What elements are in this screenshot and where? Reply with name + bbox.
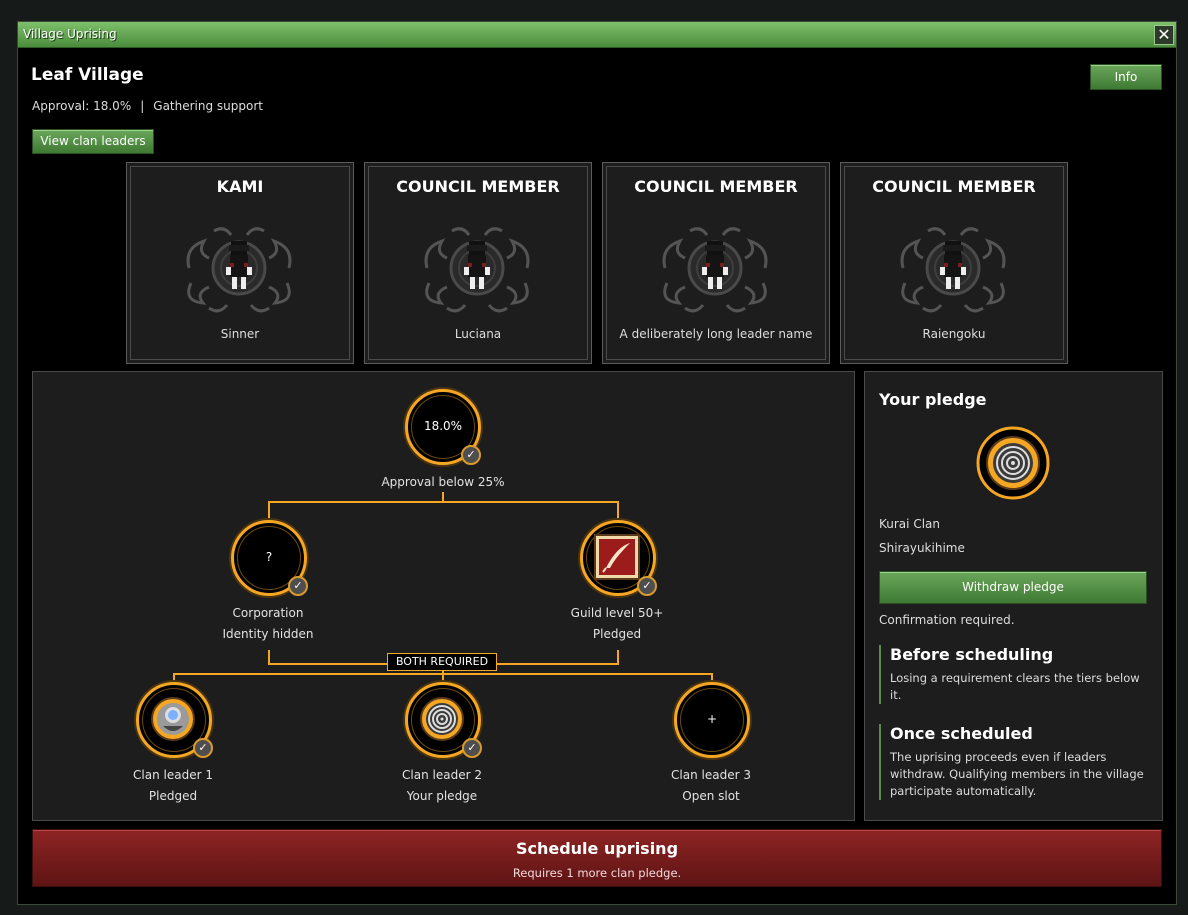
leader-card[interactable]: COUNCIL MEMBER Luciana <box>364 162 592 364</box>
connector-approval-right <box>443 501 619 520</box>
both-required-badge: BOTH REQUIRED <box>387 653 497 671</box>
before-scheduling-title: Before scheduling <box>890 645 1054 664</box>
once-scheduled-title: Once scheduled <box>890 724 1033 743</box>
approval-label: Approval below 25% <box>381 475 505 489</box>
feather-quill-icon <box>594 534 640 580</box>
spiral-crest-icon <box>420 697 464 741</box>
corporation-sublabel: Identity hidden <box>222 627 314 641</box>
clan-leader-3-label: Clan leader 3 <box>671 768 751 782</box>
eye-crest-icon <box>151 697 195 741</box>
shadow-ninja-portrait-icon <box>655 223 775 313</box>
leader-role: KAMI <box>216 177 264 196</box>
pledge-clan: Kurai Clan <box>879 517 940 531</box>
schedule-title: Schedule uprising <box>515 839 679 858</box>
corporation-label: Corporation <box>232 606 304 620</box>
before-scheduling-note: Before scheduling Losing a requirement c… <box>879 645 1151 704</box>
clan-leader-1-check-icon: ✓ <box>193 738 213 758</box>
approval-value: 18.0% <box>423 419 463 433</box>
leader-name: Sinner <box>220 327 260 341</box>
spiral-crest-icon <box>976 426 1050 500</box>
close-button[interactable]: ✕ <box>1154 25 1174 45</box>
clan-leader-2-label: Clan leader 2 <box>402 768 482 782</box>
status-separator: | <box>140 99 145 113</box>
pledge-panel: Your pledge Kurai Clan Shirayukihime Wit… <box>864 371 1163 821</box>
withdraw-pledge-button[interactable]: Withdraw pledge <box>879 571 1147 604</box>
pledge-member: Shirayukihime <box>879 541 965 555</box>
leader-role: COUNCIL MEMBER <box>872 177 1036 196</box>
before-scheduling-text: Losing a requirement clears the tiers be… <box>890 671 1140 702</box>
guild-label: Guild level 50+ <box>570 606 664 620</box>
pledge-title: Your pledge <box>879 390 987 409</box>
view-clan-leaders-button[interactable]: View clan leaders <box>32 129 154 154</box>
shadow-ninja-portrait-icon <box>893 223 1013 313</box>
requirements-tree-panel: 18.0% ✓ Approval below 25% ? ✓ Corporati… <box>32 371 855 821</box>
title-bar: Village Uprising ✕ <box>18 22 1176 48</box>
corporation-value: ? <box>265 550 273 564</box>
phase-text: Gathering support <box>153 99 264 113</box>
window-title: Village Uprising <box>23 27 117 41</box>
clan-leader-1-label: Clan leader 1 <box>133 768 213 782</box>
leader-name: Raiengoku <box>922 327 986 341</box>
guild-sublabel: Pledged <box>592 627 642 641</box>
leader-card[interactable]: COUNCIL MEMBER A deliberately long leade… <box>602 162 830 364</box>
clan-leader-2-check-icon: ✓ <box>462 738 482 758</box>
once-scheduled-note: Once scheduled The uprising proceeds eve… <box>879 724 1151 800</box>
status-line: Approval: 18.0% | Gathering support <box>32 99 263 113</box>
leader-role: COUNCIL MEMBER <box>396 177 560 196</box>
connector-approval-down <box>268 492 444 520</box>
clan-leader-1-sublabel: Pledged <box>148 789 198 803</box>
leader-name: Luciana <box>454 327 502 341</box>
info-button[interactable]: Info <box>1090 64 1162 90</box>
schedule-subtitle: Requires 1 more clan pledge. <box>512 866 682 880</box>
approval-text: Approval: 18.0% <box>32 99 132 113</box>
leader-card[interactable]: KAMI Sinner <box>126 162 354 364</box>
leader-role: COUNCIL MEMBER <box>634 177 798 196</box>
village-name: Leaf Village <box>31 65 144 85</box>
clan-leader-2-sublabel: Your pledge <box>406 789 478 803</box>
connector-tier3-right <box>443 673 713 684</box>
confirmation-text: Confirmation required. <box>879 613 1015 627</box>
corporation-check-icon: ✓ <box>288 576 308 596</box>
approval-check-icon: ✓ <box>461 445 481 465</box>
leader-card[interactable]: COUNCIL MEMBER Raiengoku <box>840 162 1068 364</box>
once-scheduled-text: The uprising proceeds even if leaders wi… <box>890 750 1144 798</box>
clan-leader-3-sublabel: Open slot <box>682 789 740 803</box>
schedule-uprising-button[interactable]: Schedule uprising Requires 1 more clan p… <box>32 829 1162 887</box>
shadow-ninja-portrait-icon <box>417 223 537 313</box>
shadow-ninja-portrait-icon <box>179 223 299 313</box>
clan-leader-3-value: + <box>706 712 718 726</box>
guild-check-icon: ✓ <box>637 576 657 596</box>
leader-name: A deliberately long leader name <box>619 327 813 341</box>
clan-leader-3-node[interactable]: + <box>674 682 750 758</box>
